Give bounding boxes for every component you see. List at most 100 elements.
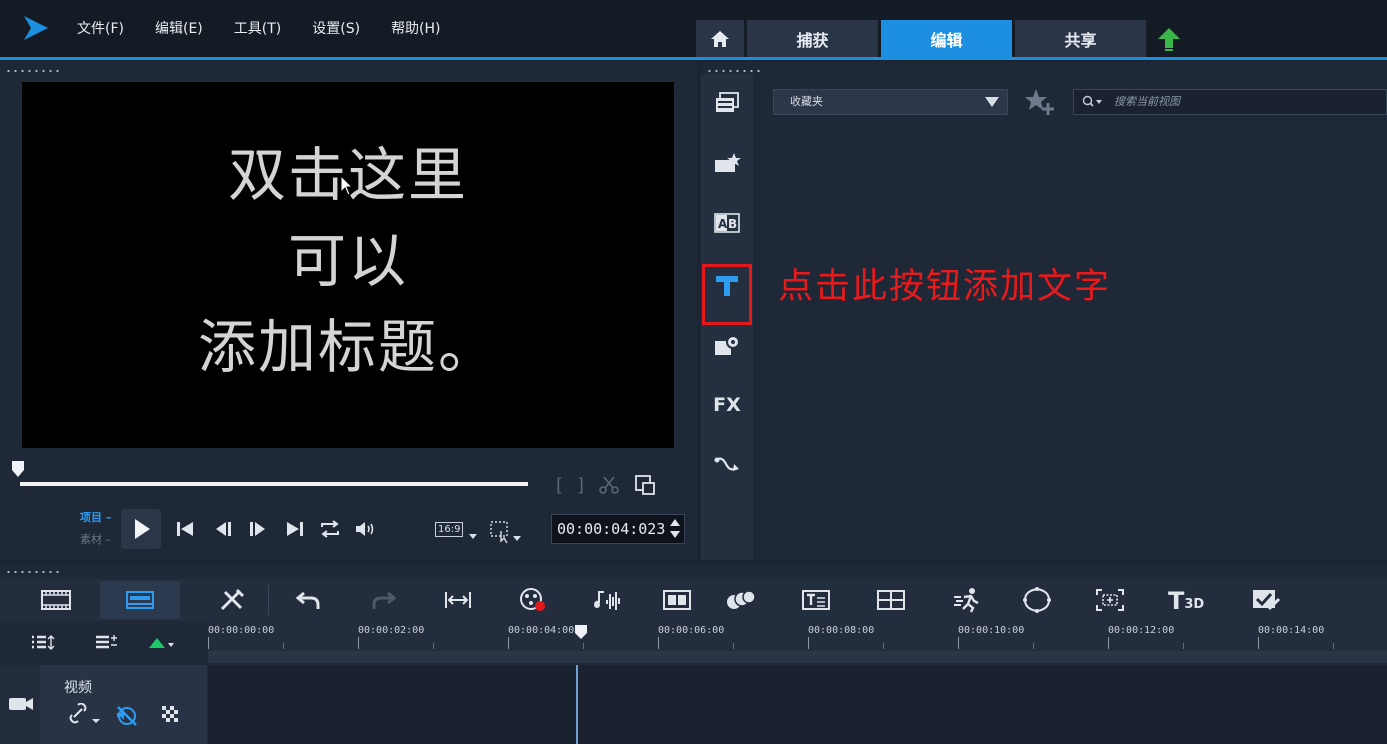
scissors-icon[interactable] <box>598 474 620 496</box>
play-button[interactable] <box>121 509 161 549</box>
safe-area-icon[interactable] <box>489 519 523 545</box>
favorites-label: 收藏夹 <box>790 95 823 108</box>
mode-clip-label[interactable]: 素材 <box>80 533 102 546</box>
tick-label: 00:00:10:00 <box>958 625 1025 636</box>
instant-project-button[interactable] <box>709 148 745 178</box>
go-to-end-icon[interactable] <box>283 517 307 541</box>
menu-bar: 文件(F) 编辑(E) 工具(T) 设置(S) 帮助(H) <box>77 18 472 38</box>
ripple-editing-icon[interactable] <box>147 634 177 652</box>
multi-camera-icon[interactable] <box>726 587 756 613</box>
track-manager-icon[interactable] <box>30 634 56 652</box>
menu-help[interactable]: 帮助(H) <box>391 18 440 38</box>
panel-grip[interactable] <box>5 69 63 73</box>
transparency-icon[interactable] <box>161 705 179 723</box>
go-to-start-icon[interactable] <box>173 517 197 541</box>
split-screen-icon[interactable] <box>876 587 906 613</box>
add-favorite-star-icon[interactable] <box>1024 87 1056 117</box>
previous-frame-icon[interactable] <box>212 517 236 541</box>
tick-mark <box>508 637 509 649</box>
scrubber-handle-icon[interactable] <box>10 460 26 478</box>
tab-edit[interactable]: 编辑 <box>881 20 1012 57</box>
timecode-field[interactable]: 00:00:04:023 <box>551 514 685 544</box>
toolbar-divider <box>268 585 269 615</box>
home-icon <box>711 30 729 47</box>
tools-icon[interactable] <box>217 587 247 613</box>
graphics-button[interactable] <box>709 330 745 360</box>
path-button[interactable] <box>709 450 745 480</box>
menu-tools[interactable]: 工具(T) <box>234 18 281 38</box>
tick-label: 00:00:12:00 <box>1108 625 1175 636</box>
search-input[interactable]: 搜索当前视图 <box>1073 89 1387 115</box>
video-track-area[interactable] <box>208 665 1387 744</box>
title-line-3: 添加标题。 <box>197 313 498 381</box>
timeline-ruler[interactable]: 00:00:00:00 00:00:02:00 00:00:04:00 00:0… <box>208 621 1387 663</box>
menu-edit[interactable]: 编辑(E) <box>155 18 203 38</box>
favorites-dropdown[interactable]: 收藏夹 <box>773 89 1008 115</box>
enlarge-preview-icon[interactable] <box>634 474 656 496</box>
ruler-band <box>208 651 1387 663</box>
next-frame-icon[interactable] <box>245 517 269 541</box>
panel-grip[interactable] <box>5 570 63 574</box>
tick-mark <box>808 637 809 649</box>
app-logo-icon[interactable] <box>20 13 50 43</box>
fit-project-icon[interactable] <box>443 587 473 613</box>
video-track-header[interactable]: 视频 <box>0 665 207 744</box>
undo-icon[interactable] <box>294 587 324 613</box>
storyboard-view-button[interactable] <box>16 581 96 619</box>
timeline-view-button[interactable] <box>100 581 180 619</box>
track-tools <box>0 621 207 663</box>
media-icon <box>716 92 739 112</box>
menu-settings[interactable]: 设置(S) <box>312 18 360 38</box>
t-letter: T <box>1168 587 1185 615</box>
panel-grip[interactable] <box>706 69 764 73</box>
tab-capture[interactable]: 捕获 <box>747 20 878 57</box>
speed-icon[interactable] <box>952 587 982 613</box>
timecode-stepper-icon[interactable] <box>668 516 682 542</box>
volume-icon[interactable] <box>353 517 377 541</box>
disable-audio-icon[interactable] <box>114 703 140 727</box>
title-editor-icon[interactable] <box>801 587 831 613</box>
preview-viewer[interactable]: 双击这里 可以 添加标题。 <box>22 82 674 448</box>
scrubber-bar[interactable] <box>20 482 528 486</box>
playhead-handle-icon[interactable] <box>574 624 588 640</box>
aspect-ratio-button[interactable]: 16:9 <box>435 522 464 537</box>
aspect-dropdown-icon[interactable] <box>468 532 478 540</box>
mode-project-label[interactable]: 项目 <box>80 511 102 524</box>
tick-mark <box>208 637 209 649</box>
play-icon <box>135 519 150 539</box>
upload-arrow-icon[interactable] <box>1156 26 1182 52</box>
title-preview-text[interactable]: 双击这里 可以 添加标题。 <box>22 132 674 390</box>
transition-ab-icon: A B <box>714 213 740 233</box>
link-icon[interactable] <box>68 703 104 725</box>
filter-button[interactable]: FX <box>709 390 745 420</box>
transition-button[interactable]: A B <box>709 208 745 238</box>
tick-mark <box>883 643 884 649</box>
redo-icon[interactable] <box>368 587 398 613</box>
title-line-2: 可以 <box>287 227 408 295</box>
3d-title-editor-button[interactable]: T 3D <box>1168 587 1208 613</box>
tab-home[interactable] <box>696 20 744 57</box>
auto-music-icon[interactable] <box>592 587 622 613</box>
mark-in-icon[interactable]: [ <box>556 475 563 496</box>
search-placeholder: 搜索当前视图 <box>1114 95 1180 108</box>
tick-mark <box>658 637 659 649</box>
add-remove-chapter-icon[interactable] <box>94 634 120 652</box>
pan-zoom-icon[interactable] <box>1095 587 1125 613</box>
tick-mark <box>283 643 284 649</box>
mask-creator-icon[interactable] <box>1022 587 1052 613</box>
record-capture-icon[interactable] <box>518 587 548 613</box>
mark-out-icon[interactable]: ] <box>577 475 584 496</box>
tick-label: 00:00:02:00 <box>358 625 425 636</box>
subtitle-editor-icon[interactable] <box>1251 587 1281 613</box>
storyboard-icon <box>41 590 71 610</box>
playback-mode-switch[interactable]: 项目 – 素材 – <box>80 507 111 551</box>
media-category-button[interactable] <box>709 88 745 118</box>
instant-project-icon <box>715 153 741 172</box>
3d-label: 3D <box>1184 597 1205 612</box>
mouse-cursor-icon <box>340 175 354 196</box>
tab-share[interactable]: 共享 <box>1015 20 1146 57</box>
menu-file[interactable]: 文件(F) <box>77 18 124 38</box>
playhead-line[interactable] <box>576 665 578 744</box>
repeat-icon[interactable] <box>318 517 342 541</box>
mix-panel-icon[interactable] <box>662 587 692 613</box>
